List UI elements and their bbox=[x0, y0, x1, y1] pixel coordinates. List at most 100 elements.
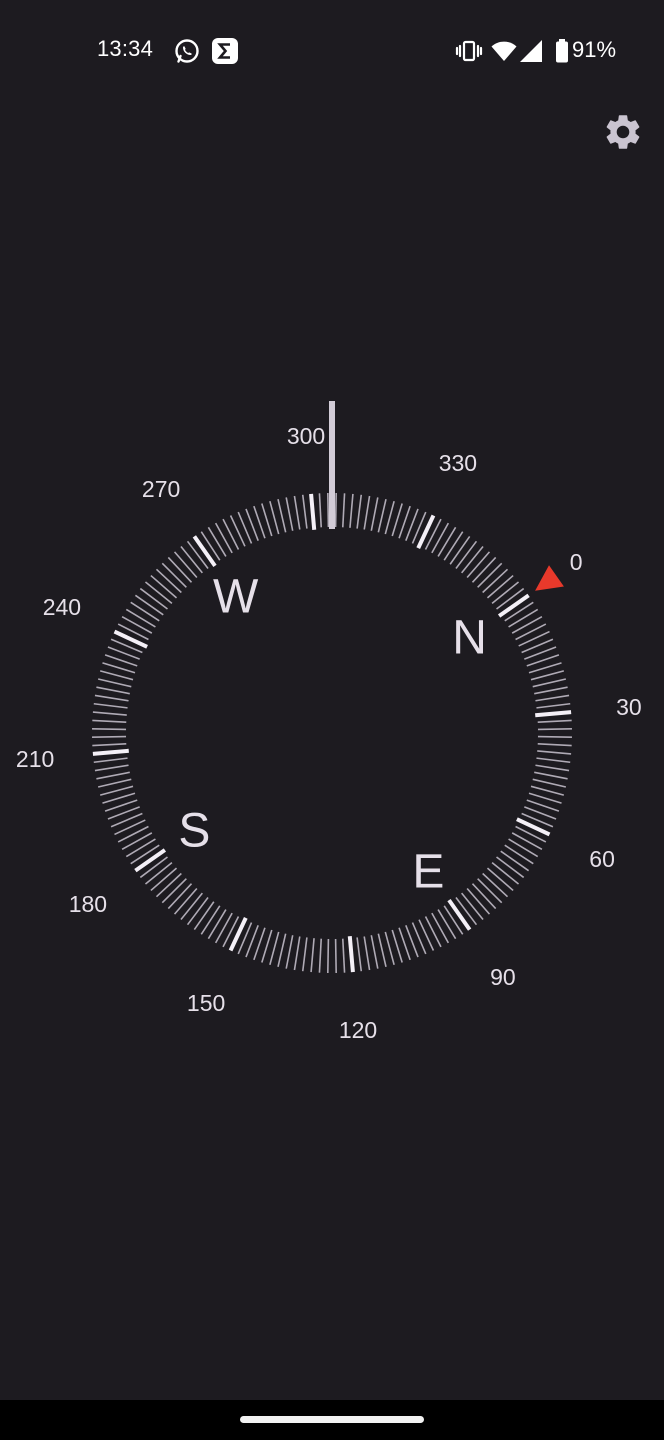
minor-tick bbox=[173, 887, 198, 915]
minor-tick bbox=[534, 686, 568, 695]
minor-tick bbox=[486, 867, 514, 892]
minor-tick bbox=[125, 608, 156, 628]
minor-tick bbox=[491, 581, 520, 604]
minor-tick bbox=[167, 556, 193, 583]
minor-tick bbox=[277, 933, 287, 968]
major-tick bbox=[416, 514, 436, 549]
major-tick bbox=[447, 898, 472, 931]
minor-tick bbox=[334, 493, 337, 528]
minor-tick bbox=[186, 897, 209, 926]
minor-tick bbox=[125, 838, 156, 858]
minor-tick bbox=[437, 526, 457, 557]
minor-tick bbox=[173, 551, 198, 579]
minor-tick bbox=[318, 938, 323, 973]
minor-tick bbox=[534, 771, 568, 780]
dial-ticks bbox=[92, 493, 572, 973]
whatsapp-icon bbox=[175, 39, 199, 63]
minor-tick bbox=[515, 623, 547, 641]
north-marker-icon bbox=[535, 565, 564, 591]
cardinal-labels: N E S W bbox=[178, 570, 487, 898]
minor-tick bbox=[471, 883, 497, 910]
minor-tick bbox=[477, 562, 503, 588]
minor-tick bbox=[200, 531, 221, 561]
minor-tick bbox=[269, 500, 280, 535]
minor-tick bbox=[130, 601, 160, 622]
gear-icon bbox=[606, 115, 640, 149]
minor-tick bbox=[424, 916, 442, 948]
major-tick bbox=[228, 917, 248, 952]
minor-tick bbox=[504, 844, 534, 865]
minor-tick bbox=[99, 785, 134, 796]
cellular-signal-icon bbox=[520, 40, 542, 62]
degree-label: 90 bbox=[490, 964, 516, 990]
minor-tick bbox=[511, 832, 543, 851]
major-tick bbox=[92, 748, 129, 756]
minor-tick bbox=[370, 935, 379, 969]
minor-tick bbox=[207, 909, 227, 940]
settings-button[interactable] bbox=[602, 111, 644, 153]
minor-tick bbox=[301, 937, 308, 972]
minor-tick bbox=[94, 764, 129, 772]
minor-tick bbox=[150, 867, 178, 892]
degree-label: 330 bbox=[439, 450, 477, 476]
minor-tick bbox=[114, 819, 146, 836]
minor-tick bbox=[356, 494, 363, 529]
minor-tick bbox=[96, 771, 130, 780]
minor-tick bbox=[327, 493, 330, 528]
minor-tick bbox=[121, 615, 153, 634]
minor-tick bbox=[536, 757, 571, 764]
minor-tick bbox=[496, 856, 525, 879]
minor-tick bbox=[318, 493, 323, 528]
degree-label: 210 bbox=[16, 746, 54, 772]
minor-tick bbox=[277, 498, 287, 533]
minor-tick bbox=[117, 825, 149, 843]
minor-tick bbox=[96, 686, 130, 695]
degree-label: 60 bbox=[589, 846, 615, 872]
minor-tick bbox=[437, 909, 457, 940]
minor-tick bbox=[537, 735, 572, 738]
minor-tick bbox=[491, 862, 520, 885]
minor-tick bbox=[293, 936, 301, 971]
minor-tick bbox=[363, 495, 371, 530]
minor-tick bbox=[121, 832, 153, 851]
minor-tick bbox=[97, 678, 132, 688]
major-tick bbox=[113, 629, 148, 649]
cardinal-label-e: E bbox=[412, 846, 444, 899]
minor-tick bbox=[466, 551, 491, 579]
minor-tick bbox=[92, 728, 127, 731]
minor-tick bbox=[370, 497, 379, 531]
minor-tick bbox=[167, 883, 193, 910]
major-tick bbox=[347, 936, 355, 973]
minor-tick bbox=[508, 838, 539, 858]
battery-percent: 91% bbox=[572, 37, 617, 62]
minor-tick bbox=[535, 764, 570, 772]
minor-tick bbox=[363, 936, 371, 971]
sigma-app-icon bbox=[212, 38, 238, 64]
minor-tick bbox=[94, 694, 129, 702]
minor-tick bbox=[93, 757, 128, 764]
minor-tick bbox=[341, 493, 346, 528]
minor-tick bbox=[144, 581, 173, 604]
minor-tick bbox=[207, 526, 227, 557]
minor-tick bbox=[537, 719, 572, 724]
minor-tick bbox=[530, 785, 565, 796]
minor-tick bbox=[293, 495, 301, 530]
minor-tick bbox=[222, 518, 240, 550]
home-gesture-handle[interactable] bbox=[240, 1416, 424, 1423]
degree-label: 240 bbox=[43, 594, 81, 620]
minor-tick bbox=[471, 556, 497, 583]
minor-tick bbox=[418, 919, 435, 951]
minor-tick bbox=[92, 742, 127, 747]
minor-tick bbox=[511, 615, 543, 634]
cardinal-label-w: W bbox=[213, 570, 259, 623]
minor-tick bbox=[356, 937, 363, 972]
degree-label: 270 bbox=[142, 476, 180, 502]
minor-tick bbox=[504, 601, 534, 622]
minor-tick bbox=[349, 493, 354, 528]
minor-tick bbox=[377, 933, 387, 968]
minor-tick bbox=[461, 892, 484, 921]
minor-tick bbox=[269, 931, 280, 966]
degree-label: 300 bbox=[287, 423, 325, 449]
cardinal-label-n: N bbox=[452, 612, 487, 665]
heading-indicator bbox=[329, 401, 335, 529]
